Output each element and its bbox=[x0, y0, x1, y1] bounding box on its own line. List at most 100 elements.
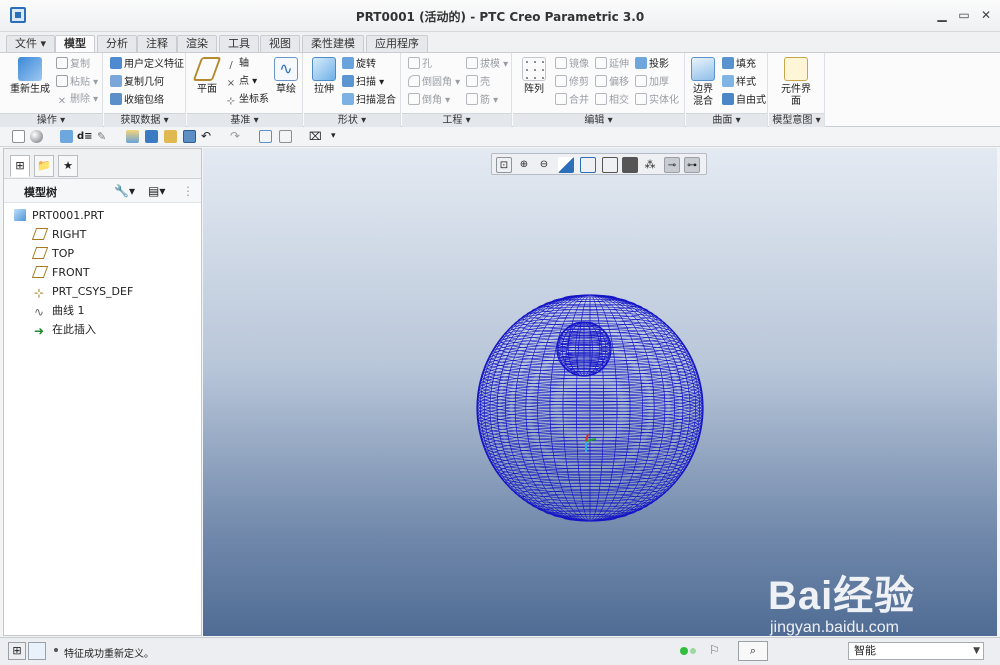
copy-geometry-button[interactable]: 复制几何 bbox=[110, 75, 164, 90]
find-binoculars-icon[interactable]: ⌕ bbox=[738, 641, 768, 661]
point-icon: × bbox=[226, 78, 236, 89]
draft-button[interactable]: 拔模 ▾ bbox=[466, 57, 508, 72]
tab-render[interactable]: 渲染 bbox=[177, 35, 217, 52]
boundary-blend-button[interactable]: 边界混合 bbox=[690, 57, 716, 108]
assembly-icon[interactable] bbox=[145, 130, 158, 143]
user-defined-feature-button[interactable]: 用户定义特征 bbox=[110, 57, 184, 72]
sweep-button[interactable]: 扫描 ▾ bbox=[342, 75, 384, 90]
chamfer-button[interactable]: 倒角 ▾ bbox=[408, 93, 450, 108]
status-message: 特征成功重新定义。 bbox=[64, 649, 154, 660]
extrude-button[interactable]: 拉伸 bbox=[310, 57, 338, 96]
hole-button[interactable]: 孔 bbox=[408, 57, 432, 72]
delete-button[interactable]: ✕ 删除 ▾ bbox=[56, 93, 98, 108]
toggle-browser-icon[interactable] bbox=[28, 642, 46, 660]
shrinkwrap-button[interactable]: 收缩包络 bbox=[110, 93, 164, 108]
solidify-button[interactable]: 实体化 bbox=[635, 93, 679, 108]
sphere-display-icon[interactable] bbox=[30, 130, 43, 143]
shell-button[interactable]: 壳 bbox=[466, 75, 490, 90]
folder-browser-tab-icon[interactable]: 📁 bbox=[34, 155, 54, 177]
tab-view[interactable]: 视图 bbox=[260, 35, 300, 52]
offset-button[interactable]: 偏移 bbox=[595, 75, 629, 90]
tree-item-part[interactable]: PRT0001.PRT bbox=[14, 207, 104, 225]
group-surfaces-label[interactable]: 曲面 ▾ bbox=[686, 113, 767, 127]
thicken-button[interactable]: 加厚 bbox=[635, 75, 669, 90]
tab-model[interactable]: 模型 bbox=[55, 35, 95, 53]
round-button[interactable]: 倒圆角 ▾ bbox=[408, 75, 460, 90]
group-shapes-label[interactable]: 形状 ▾ bbox=[304, 113, 400, 127]
pencil-icon[interactable]: ✎ bbox=[97, 130, 110, 143]
regenerate-small-icon[interactable] bbox=[259, 130, 272, 143]
pattern-button[interactable]: 阵列 bbox=[519, 57, 549, 96]
group-get-data-label[interactable]: 获取数据 ▾ bbox=[104, 113, 185, 127]
boundary-blend-label: 边界混合 bbox=[693, 84, 713, 107]
tab-file[interactable]: 文件 ▾ bbox=[6, 35, 56, 52]
mirror-label: 镜像 bbox=[569, 59, 589, 70]
csys-button[interactable]: ⊹ 坐标系 bbox=[225, 93, 269, 108]
extend-button[interactable]: 延伸 bbox=[595, 57, 629, 72]
new-file-icon[interactable] bbox=[12, 130, 25, 143]
intersect-button[interactable]: 相交 bbox=[595, 93, 629, 108]
project-button[interactable]: 投影 bbox=[635, 57, 669, 72]
tree-item-curve[interactable]: ∿ 曲线 1 bbox=[34, 302, 85, 320]
model-tree-tab-icon[interactable]: ⊞ bbox=[10, 155, 30, 177]
tab-analysis[interactable]: 分析 bbox=[97, 35, 137, 52]
maximize-button[interactable]: ▭ bbox=[954, 6, 974, 24]
axis-button[interactable]: / 轴 bbox=[225, 57, 249, 72]
appearance-icon[interactable] bbox=[126, 130, 139, 143]
trim-button[interactable]: 修剪 bbox=[555, 75, 589, 90]
tab-applications[interactable]: 应用程序 bbox=[366, 35, 428, 52]
group-engineering-label[interactable]: 工程 ▾ bbox=[402, 113, 511, 127]
paste-button[interactable]: 粘贴 ▾ bbox=[56, 75, 98, 90]
swept-blend-button[interactable]: 扫描混合 bbox=[342, 93, 396, 108]
close-window-icon[interactable]: ⌧ bbox=[309, 130, 322, 143]
filter-icon[interactable]: ⋮ bbox=[182, 184, 194, 198]
tree-item-top[interactable]: TOP bbox=[31, 245, 74, 263]
group-editing-label[interactable]: 编辑 ▾ bbox=[513, 113, 684, 127]
style-button[interactable]: 样式 bbox=[722, 75, 756, 90]
component-interface-button[interactable]: 元件界面 bbox=[781, 57, 811, 108]
save-icon[interactable] bbox=[183, 130, 196, 143]
pattern-label: 阵列 bbox=[524, 84, 544, 95]
tree-item-front[interactable]: FRONT bbox=[31, 264, 90, 282]
copy-button[interactable]: 复制 bbox=[56, 57, 90, 72]
show-icon[interactable]: ▤▾ bbox=[148, 184, 165, 198]
customize-toolbar-icon[interactable]: ▾ bbox=[331, 130, 344, 143]
settings-icon[interactable]: 🔧▾ bbox=[114, 184, 135, 198]
group-datum-label[interactable]: 基准 ▾ bbox=[187, 113, 302, 127]
windows-icon[interactable] bbox=[279, 130, 292, 143]
watermark-url: jingyan.baidu.com bbox=[770, 619, 899, 636]
toggle-navigator-icon[interactable]: ⊞ bbox=[8, 642, 26, 660]
sketch-button[interactable]: ∿ 草绘 bbox=[273, 57, 299, 96]
undo-icon[interactable]: ↶ bbox=[201, 130, 214, 143]
group-operations: 重新生成 复制 粘贴 ▾ ✕ 删除 ▾ 操作 ▾ bbox=[0, 53, 103, 127]
regenerate-icon bbox=[18, 57, 42, 81]
tree-item-insert-here[interactable]: ➜ 在此插入 bbox=[34, 321, 96, 339]
point-button[interactable]: × 点 ▾ bbox=[225, 75, 257, 90]
merge-button[interactable]: 合并 bbox=[555, 93, 589, 108]
tree-item-csys[interactable]: ⊹ PRT_CSYS_DEF bbox=[34, 283, 133, 301]
selection-filter-dropdown[interactable]: 智能 ▼ bbox=[848, 642, 984, 660]
flag-icon[interactable]: ⚐ bbox=[709, 643, 720, 657]
freestyle-button[interactable]: 自由式 bbox=[722, 93, 766, 108]
folder-icon[interactable] bbox=[164, 130, 177, 143]
minimize-button[interactable]: ▁ bbox=[932, 6, 952, 24]
revolve-button[interactable]: 旋转 bbox=[342, 57, 376, 72]
group-operations-label[interactable]: 操作 ▾ bbox=[0, 113, 102, 127]
tree-item-right[interactable]: RIGHT bbox=[31, 226, 86, 244]
fill-button[interactable]: 填充 bbox=[722, 57, 756, 72]
regenerate-button[interactable]: 重新生成 bbox=[8, 57, 52, 96]
dimension-icon[interactable]: d≡ bbox=[77, 130, 93, 143]
mirror-button[interactable]: 镜像 bbox=[555, 57, 589, 72]
rib-button[interactable]: 筋 ▾ bbox=[466, 93, 498, 108]
redo-icon[interactable]: ↷ bbox=[230, 130, 243, 143]
plane-button[interactable]: 平面 bbox=[192, 57, 222, 96]
tab-flexible-modeling[interactable]: 柔性建模 bbox=[302, 35, 364, 52]
open-icon[interactable] bbox=[60, 130, 73, 143]
group-model-intent-label[interactable]: 模型意图 ▾ bbox=[769, 113, 824, 127]
tab-annotate[interactable]: 注释 bbox=[137, 35, 177, 52]
tab-tools[interactable]: 工具 bbox=[219, 35, 259, 52]
close-button[interactable]: ✕ bbox=[976, 6, 996, 24]
graphics-viewport[interactable]: ⊡ ⊕ ⊖ ⁂ ⊸ ⊶ Bai经验 jingyan.baidu.com bbox=[203, 148, 997, 636]
chamfer-label: 倒角 bbox=[422, 95, 442, 106]
favorites-tab-icon[interactable]: ★ bbox=[58, 155, 78, 177]
